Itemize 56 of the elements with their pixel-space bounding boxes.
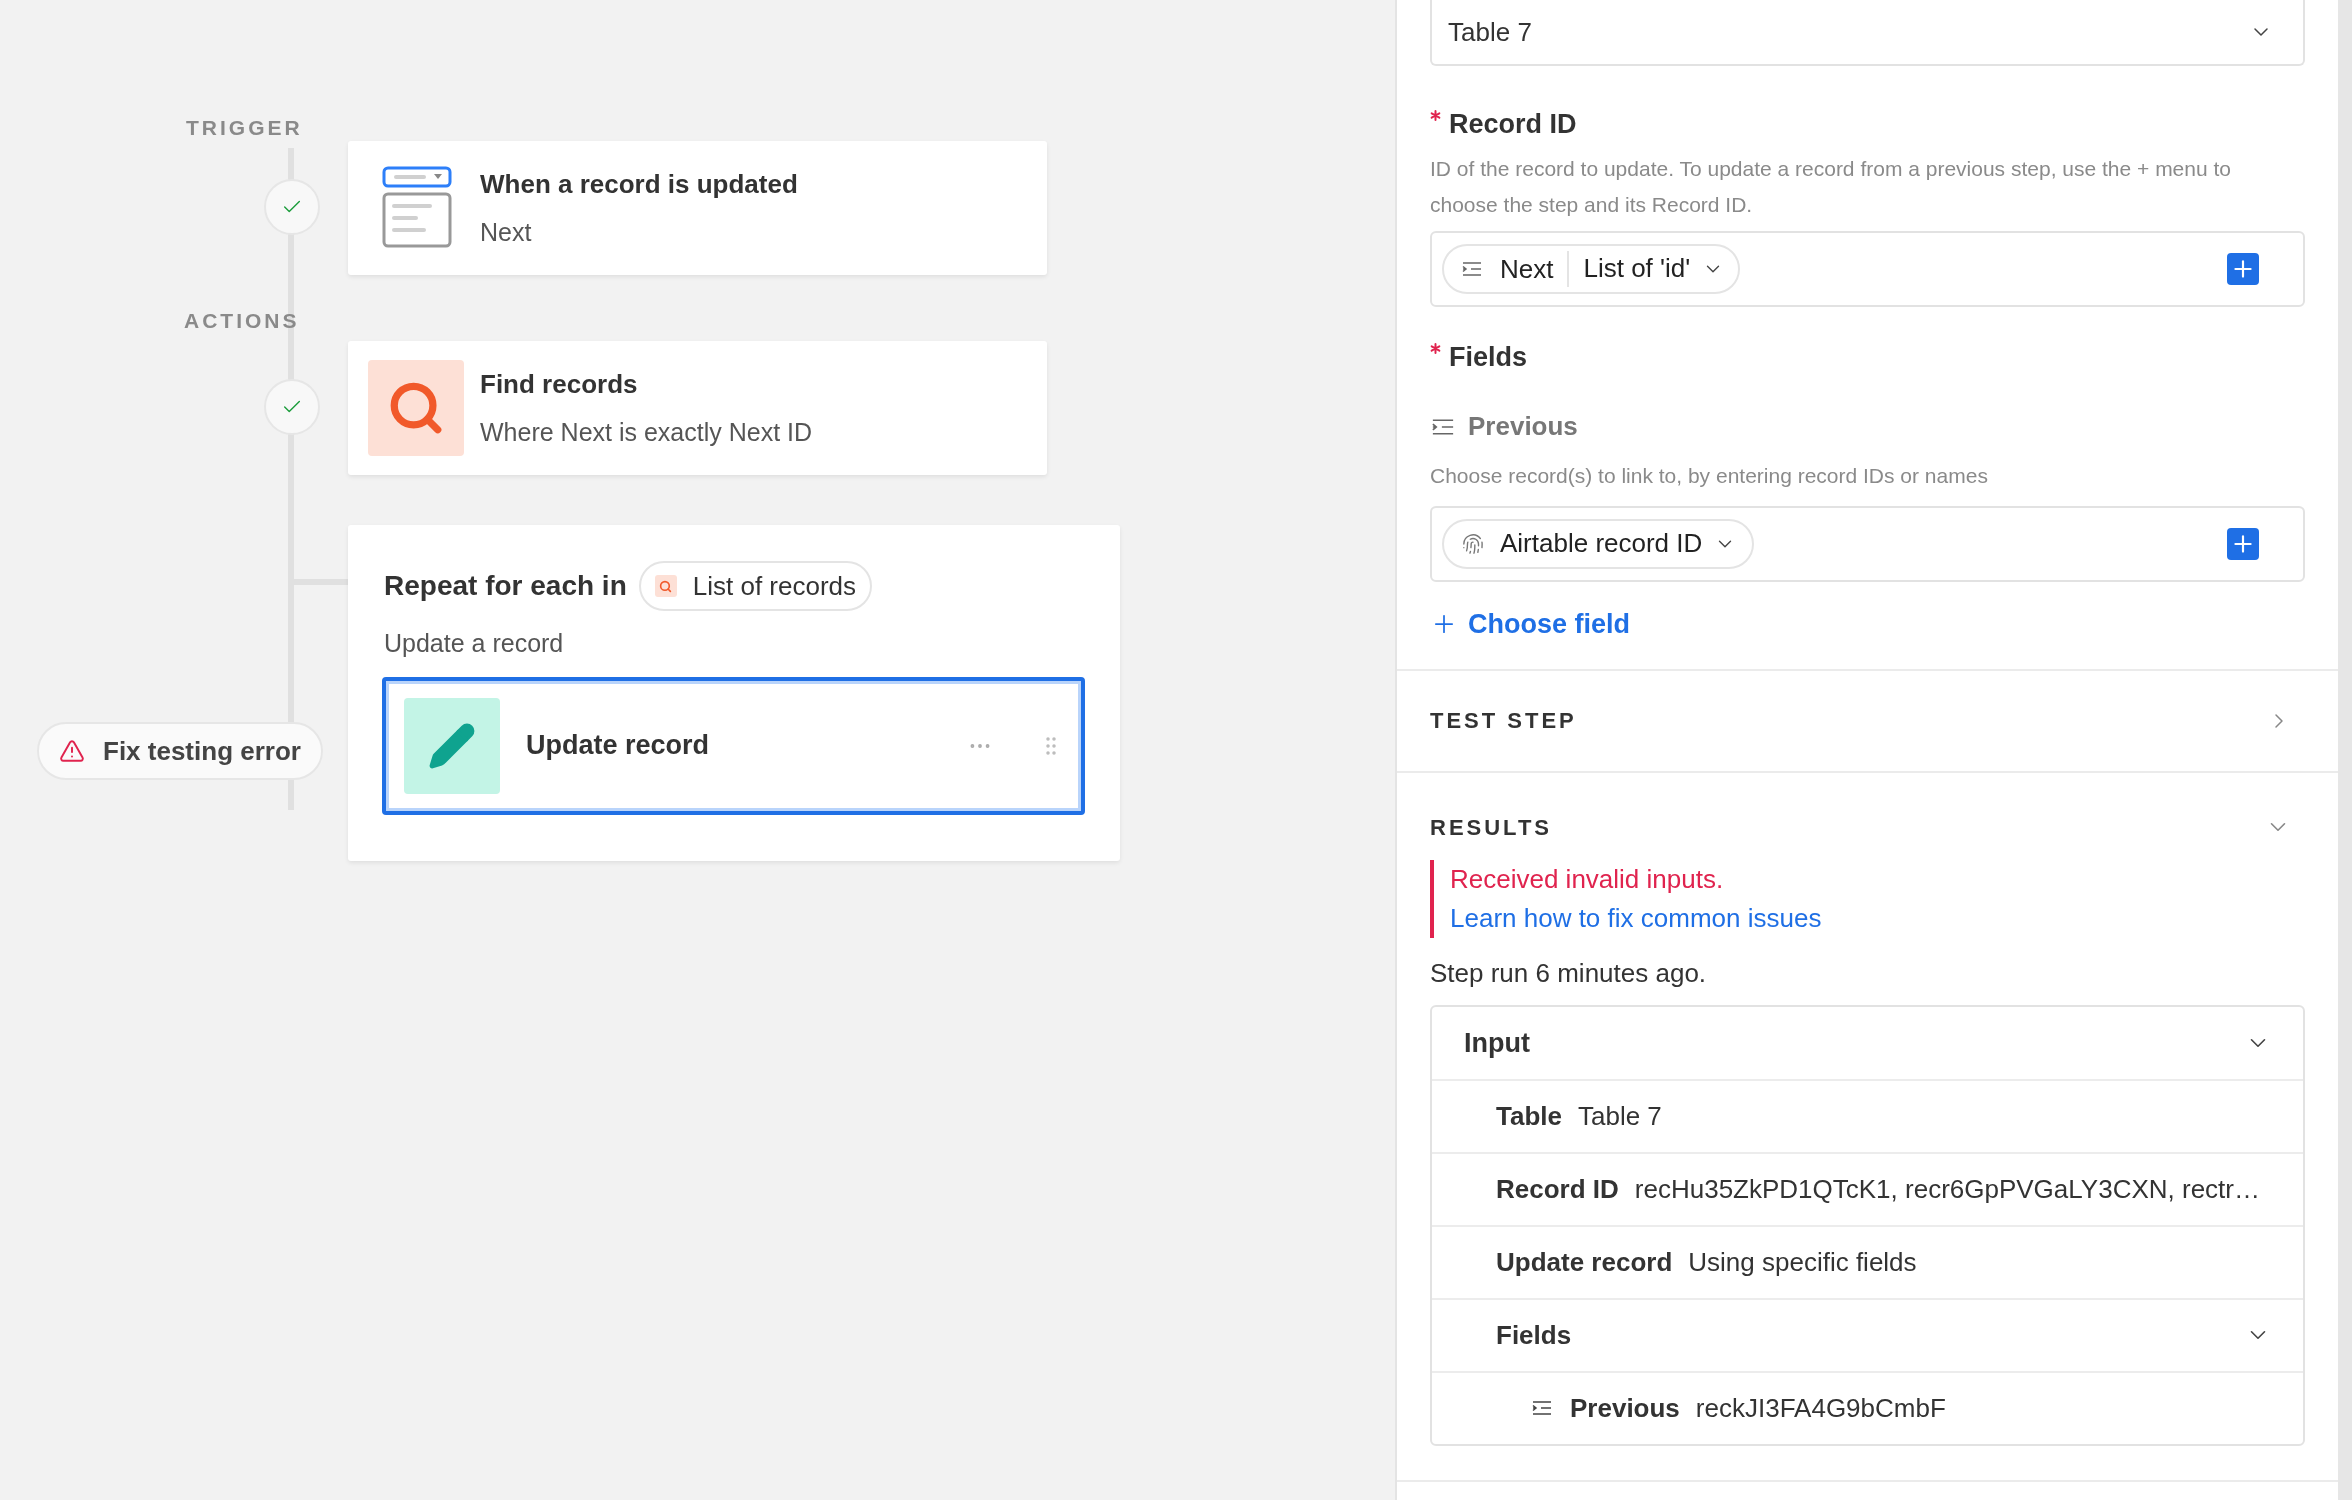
trigger-card[interactable]: When a record is updated Next (348, 141, 1047, 275)
choose-field-link[interactable]: Choose field (1430, 603, 1630, 644)
fingerprint-icon (1462, 532, 1484, 555)
token-chip[interactable]: Next List of 'id' (1442, 243, 1741, 294)
field-list-icon (1530, 1400, 1554, 1417)
row-label: Previous (1570, 1391, 1680, 1425)
chip-label: List of records (692, 569, 857, 603)
step-card[interactable]: Update record (382, 676, 1085, 815)
row-value: recHu35ZkPD1QTcK1, recr6GpPVGaLY3CXN, rectr… (1634, 1172, 2260, 1206)
step-title: Update record (526, 729, 711, 763)
card-title: When a record is updated (480, 167, 798, 201)
row-label: Update record (1496, 1245, 1673, 1279)
row-value: reckJI3FA4G9bCmbF (1695, 1391, 1946, 1425)
fix-error-button[interactable]: Fix testing error (37, 722, 323, 780)
input-title: Input (1464, 1026, 1530, 1060)
repeat-label: Repeat for each in (384, 569, 627, 603)
help-text: Choose record(s) to link to, by entering record IDs or names (1430, 463, 1989, 489)
row-label: Record ID (1496, 1172, 1619, 1206)
add-button[interactable] (2227, 527, 2259, 560)
pencil-icon (404, 697, 500, 794)
row-label: Fields (1496, 1318, 1572, 1352)
source-chip[interactable]: List of records (638, 561, 873, 611)
field-list-icon (1462, 260, 1482, 277)
search-icon (654, 575, 677, 597)
token-value: List of 'id' (1582, 252, 1691, 285)
field-list-icon (1430, 417, 1456, 436)
field-label: Record ID (1449, 108, 1577, 141)
action-card[interactable]: Find records Where Next is exactly Next ID (348, 341, 1047, 475)
warning-icon (59, 738, 85, 764)
select-value: Table 7 (1448, 15, 1532, 49)
help-text: ID of the record to update. To update a record from a previous step, use the + menu to choose the step and its Record ID. (1430, 155, 2232, 218)
error-message: Received invalid inputs. (1450, 862, 1725, 896)
token-value: Airtable record ID (1500, 527, 1703, 560)
step-name: Next (1500, 250, 1570, 287)
form-window-icon (382, 166, 452, 250)
section-heading: TRIGGER (186, 115, 303, 141)
row-value: Using specific fields (1688, 1245, 1917, 1279)
token-input-field[interactable]: Airtable record ID (1430, 505, 2305, 582)
row-value: Table 7 (1578, 1099, 1662, 1133)
section-heading: ACTIONS (184, 308, 300, 334)
section-heading: RESULTS (1430, 813, 1553, 842)
card-title: Find records (480, 367, 639, 401)
section-heading: TEST STEP (1430, 707, 1577, 736)
add-button[interactable] (2227, 252, 2259, 285)
token-input-field[interactable]: Next List of 'id' (1430, 230, 2305, 307)
field-label: Fields (1449, 340, 1528, 374)
token-chip[interactable]: Airtable record ID (1442, 518, 1755, 569)
run-time-text: Step run 6 minutes ago. (1430, 956, 1708, 990)
table-select[interactable]: Table 7 (1430, 0, 2305, 66)
card-subtitle: Where Next is exactly Next ID (480, 416, 813, 448)
repeat-subheading: Update a record (384, 628, 565, 659)
card-subtitle: Next (480, 216, 533, 248)
search-icon (368, 360, 464, 456)
help-link[interactable]: Learn how to fix common issues (1450, 898, 2305, 938)
row-label: Table (1496, 1099, 1562, 1133)
field-name: Previous (1468, 410, 1578, 443)
